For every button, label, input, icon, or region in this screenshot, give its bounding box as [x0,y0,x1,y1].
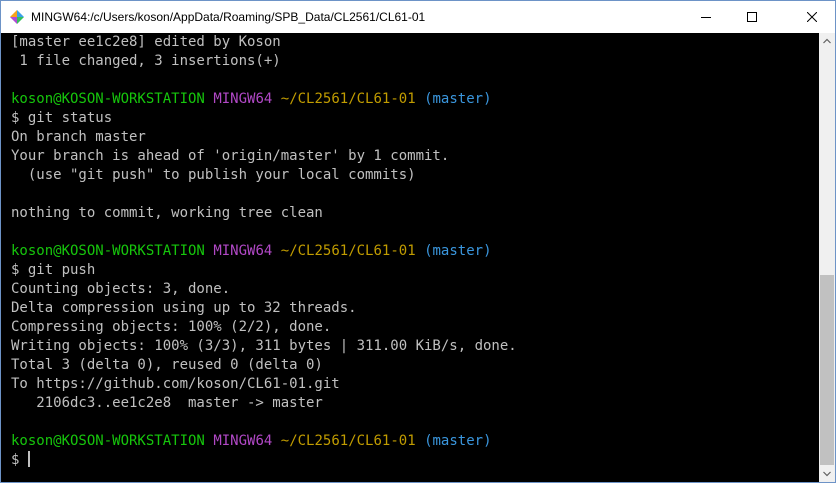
mingw-diamond-icon [9,9,25,25]
terminal-line: nothing to commit, working tree clean [11,204,819,223]
terminal-text-segment: Your branch is ahead of 'origin/master' … [11,148,450,164]
terminal-text-segment: On branch master [11,129,146,145]
terminal-text-segment: ~/CL2561/CL61-01 [280,91,416,107]
terminal-window: MINGW64:/c/Users/koson/AppData/Roaming/S… [0,0,836,483]
terminal-text-segment: koson@KOSON-WORKSTATION [11,91,205,107]
minimize-icon [701,17,711,18]
terminal-text-segment: $ git push [11,262,96,278]
terminal-text-segment: (master) [424,433,492,449]
terminal-text-segment: koson@KOSON-WORKSTATION [11,433,205,449]
terminal-text-segment: (use "git push" to publish your local co… [11,167,416,183]
window-title: MINGW64:/c/Users/koson/AppData/Roaming/S… [31,10,426,24]
text-cursor [27,451,30,467]
terminal-text-segment: nothing to commit, working tree clean [11,205,323,221]
terminal-text-segment: [master ee1c2e8] edited by Koson [11,34,281,50]
terminal-text-segment: (master) [424,91,492,107]
terminal-text-segment: MINGW64 [213,433,273,449]
terminal-line: [master ee1c2e8] edited by Koson [11,33,819,52]
terminal-line: Writing objects: 100% (3/3), 311 bytes |… [11,337,819,356]
terminal-text-segment: Delta compression using up to 32 threads… [11,300,357,316]
terminal-text-segment: To https://github.com/koson/CL61-01.git [11,376,340,392]
terminal-line: $ git push [11,261,819,280]
terminal-line: koson@KOSON-WORKSTATION MINGW64 ~/CL2561… [11,432,819,451]
terminal-line: Compressing objects: 100% (2/2), done. [11,318,819,337]
terminal-text-segment: Compressing objects: 100% (2/2), done. [11,319,332,335]
terminal-text-segment: Writing objects: 100% (3/3), 311 bytes |… [11,338,517,354]
terminal-line: Your branch is ahead of 'origin/master' … [11,147,819,166]
maximize-icon [747,12,757,22]
chevron-up-icon [823,38,831,44]
terminal-text-segment: ~/CL2561/CL61-01 [280,433,416,449]
terminal-line: Total 3 (delta 0), reused 0 (delta 0) [11,356,819,375]
terminal-line: koson@KOSON-WORKSTATION MINGW64 ~/CL2561… [11,242,819,261]
terminal-line: On branch master [11,128,819,147]
scroll-down-button[interactable] [819,466,835,482]
maximize-button[interactable] [729,1,775,33]
minimize-button[interactable] [683,1,729,33]
terminal-text-segment: MINGW64 [213,91,273,107]
terminal-text-segment: MINGW64 [213,243,273,259]
terminal-text-segment: 1 file changed, 3 insertions(+) [11,53,281,69]
terminal-line: 1 file changed, 3 insertions(+) [11,52,819,71]
terminal-text-segment: ~/CL2561/CL61-01 [280,243,416,259]
terminal-text-segment: $ [11,452,28,468]
title-bar[interactable]: MINGW64:/c/Users/koson/AppData/Roaming/S… [1,1,835,33]
close-icon [807,12,817,22]
terminal-text-segment: 2106dc3..ee1c2e8 master -> master [11,395,323,411]
terminal-text-segment: Counting objects: 3, done. [11,281,231,297]
terminal-line: $ [11,451,819,470]
terminal-line: Delta compression using up to 32 threads… [11,299,819,318]
terminal-line: To https://github.com/koson/CL61-01.git [11,375,819,394]
close-button[interactable] [789,1,835,33]
terminal-line: 2106dc3..ee1c2e8 master -> master [11,394,819,413]
terminal-text-segment: (master) [424,243,492,259]
terminal-line: $ git status [11,109,819,128]
terminal-text-segment: $ git status [11,110,113,126]
terminal-text-segment: Total 3 (delta 0), reused 0 (delta 0) [11,357,323,373]
scroll-up-button[interactable] [819,33,835,49]
scrollbar-thumb[interactable] [820,275,834,465]
terminal-output[interactable]: [master ee1c2e8] edited by Koson 1 file … [11,33,819,482]
terminal-text-segment: koson@KOSON-WORKSTATION [11,243,205,259]
terminal-line: Counting objects: 3, done. [11,280,819,299]
vertical-scrollbar[interactable] [819,33,835,482]
terminal-line: koson@KOSON-WORKSTATION MINGW64 ~/CL2561… [11,90,819,109]
chevron-down-icon [823,471,831,477]
terminal-line: (use "git push" to publish your local co… [11,166,819,185]
